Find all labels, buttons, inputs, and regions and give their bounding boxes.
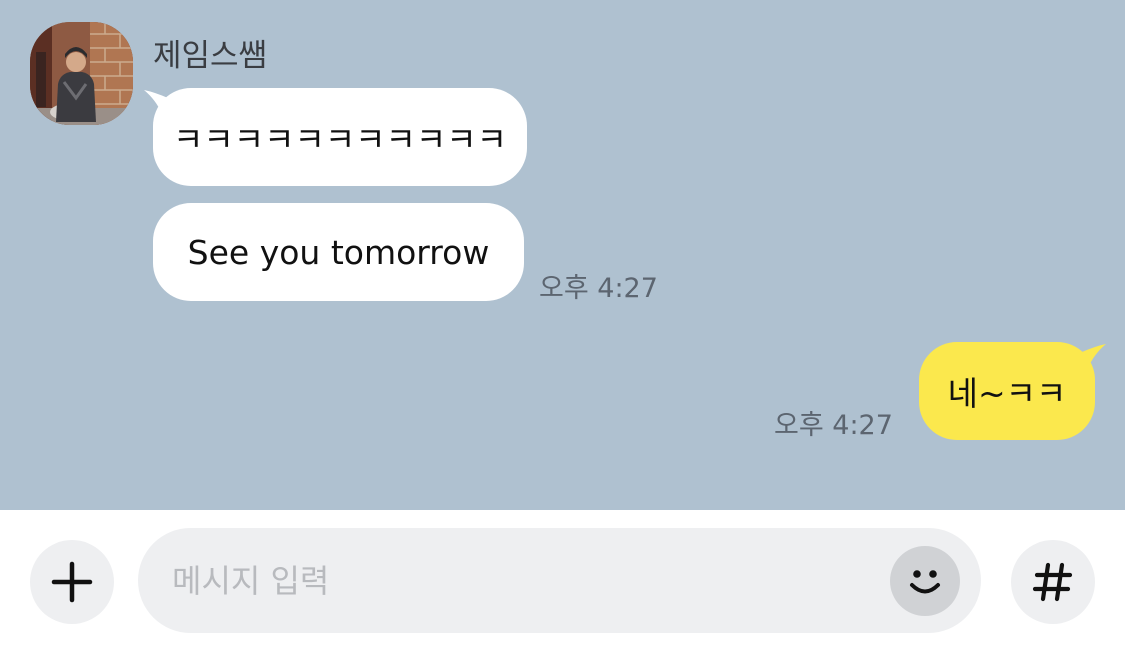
message-text: 네~ㅋㅋ — [947, 374, 1067, 413]
profile-photo-icon — [30, 22, 133, 125]
message-text: ㅋㅋㅋㅋㅋㅋㅋㅋㅋㅋㅋ — [173, 120, 507, 159]
hash-icon — [1032, 562, 1073, 602]
hashtag-button[interactable] — [1011, 540, 1095, 624]
message-field[interactable] — [138, 528, 981, 633]
incoming-message-bubble[interactable]: ㅋㅋㅋㅋㅋㅋㅋㅋㅋㅋㅋ — [153, 88, 527, 186]
sender-name: 제임스쌤 — [153, 38, 268, 74]
sender-avatar[interactable] — [30, 22, 133, 125]
attach-button[interactable] — [30, 540, 114, 624]
smiley-icon — [910, 570, 940, 594]
message-input[interactable] — [172, 528, 872, 633]
emoji-button[interactable] — [890, 546, 960, 616]
plus-icon — [51, 561, 93, 603]
incoming-message-bubble[interactable]: See you tomorrow — [153, 203, 524, 301]
message-timestamp: 오후 4:27 — [774, 410, 893, 441]
message-text: See you tomorrow — [187, 232, 490, 272]
message-timestamp: 오후 4:27 — [539, 273, 658, 304]
message-input-bar — [0, 510, 1125, 651]
outgoing-message-bubble[interactable]: 네~ㅋㅋ — [919, 342, 1095, 440]
chat-area: 제임스쌤 ㅋㅋㅋㅋㅋㅋㅋㅋㅋㅋㅋ See you tomorrow 오후 4:2… — [0, 0, 1125, 510]
